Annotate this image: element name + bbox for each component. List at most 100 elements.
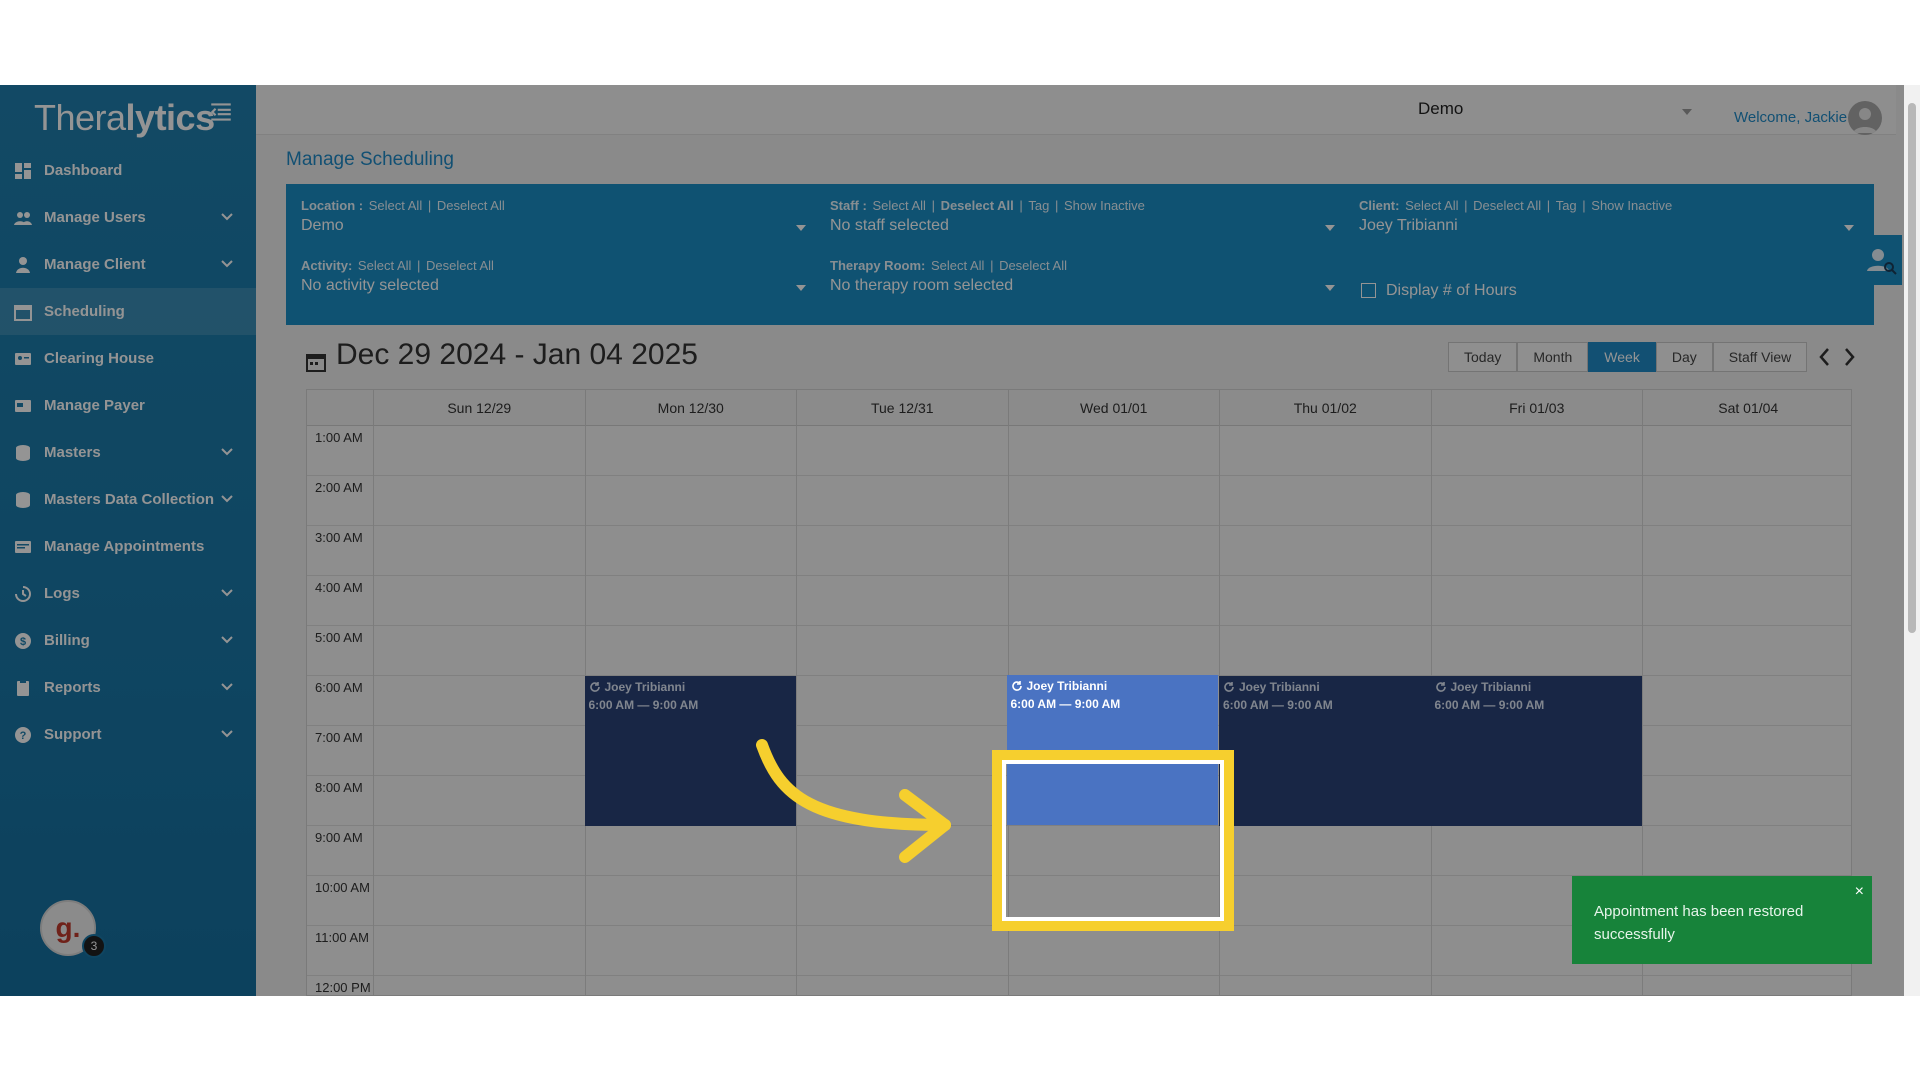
time-row[interactable]: 12:00 PM [307, 976, 1851, 995]
prev-week-icon[interactable] [1819, 348, 1829, 366]
calendar-icon [14, 304, 32, 321]
sidebar-item-support[interactable]: ? Support [0, 711, 256, 758]
display-hours-toggle[interactable]: Display # of Hours [1361, 282, 1661, 300]
sidebar-item-dashboard[interactable]: Dashboard [0, 147, 256, 194]
sidebar-item-clearing-house[interactable]: Clearing House [0, 335, 256, 382]
id-card-icon [15, 352, 31, 365]
sidebar-nav: Dashboard Manage Users Manage Client Schedu… [0, 147, 256, 758]
time-row[interactable]: 4:00 AM [307, 576, 1851, 626]
room-deselect-all[interactable]: Deselect All [999, 258, 1067, 273]
time-label: 4:00 AM [315, 580, 363, 595]
sidebar-item-manage-payer[interactable]: Manage Payer [0, 382, 256, 429]
time-label: 3:00 AM [315, 530, 363, 545]
appointments-icon [15, 540, 31, 553]
client-tag[interactable]: Tag [1556, 198, 1577, 213]
organization-select[interactable]: Demo [1418, 99, 1708, 125]
room-select-all[interactable]: Select All [931, 258, 984, 273]
view-day-button[interactable]: Day [1655, 342, 1713, 372]
staff-tag[interactable]: Tag [1028, 198, 1049, 213]
time-row[interactable]: 2:00 AM [307, 476, 1851, 526]
clipboard-icon [17, 679, 29, 696]
date-range-title: Dec 29 2024 - Jan 04 2025 [336, 338, 698, 371]
welcome-text[interactable]: Welcome, Jackie [1734, 109, 1847, 126]
column-divider [373, 426, 374, 995]
client-show-inactive[interactable]: Show Inactive [1591, 198, 1672, 213]
recurring-icon [1224, 682, 1234, 692]
sidebar-item-masters-data-collection[interactable]: Masters Data Collection [0, 476, 256, 523]
recurring-icon [1011, 681, 1022, 691]
chevron-down-icon [1325, 285, 1335, 291]
location-select-all[interactable]: Select All [369, 198, 422, 213]
sidebar-item-logs[interactable]: Logs [0, 570, 256, 617]
staff-show-inactive[interactable]: Show Inactive [1064, 198, 1145, 213]
user-search-icon [1867, 249, 1897, 275]
chevron-down-icon [1682, 109, 1692, 115]
day-header: Tue 12/31 [796, 390, 1008, 426]
chevron-down-icon [796, 285, 806, 291]
scroll-thumb[interactable] [1908, 103, 1916, 633]
event-time: 6:00 AM — 9:00 AM [1434, 698, 1545, 712]
day-header: Fri 01/03 [1430, 390, 1643, 426]
sidebar-item-scheduling[interactable]: Scheduling [0, 288, 256, 335]
time-label: 6:00 AM [315, 680, 363, 695]
therapy-room-dropdown[interactable]: No therapy room selected [830, 277, 1335, 301]
view-month-button[interactable]: Month [1517, 342, 1589, 372]
activity-deselect-all[interactable]: Deselect All [426, 258, 494, 273]
database-icon [16, 491, 30, 508]
location-filter: Location : Select All | Deselect All Dem… [301, 198, 806, 241]
client-select-all[interactable]: Select All [1405, 198, 1458, 213]
activity-filter: Activity: Select All | Deselect All No a… [301, 258, 806, 301]
client-search-tool[interactable] [1862, 235, 1902, 285]
app-logo[interactable]: Theralytics [34, 97, 215, 139]
appointment-event[interactable]: Joey Tribianni 6:00 AM — 9:00 AM [1219, 676, 1431, 826]
svg-text:?: ? [20, 730, 27, 742]
sidebar-item-manage-appointments[interactable]: Manage Appointments [0, 523, 256, 570]
display-hours-checkbox[interactable] [1361, 283, 1376, 299]
next-week-icon[interactable] [1845, 348, 1855, 366]
chevron-down-icon [221, 683, 233, 691]
page-scrollbar[interactable] [1904, 85, 1920, 996]
collapse-sidebar-icon[interactable] [208, 99, 234, 125]
sidebar-item-reports[interactable]: Reports [0, 664, 256, 711]
time-row[interactable]: 5:00 AM [307, 626, 1851, 676]
chevron-down-icon [221, 213, 233, 221]
dollar-icon: $ [15, 632, 31, 649]
location-dropdown[interactable]: Demo [301, 217, 806, 241]
time-row[interactable]: 1:00 AM [307, 426, 1851, 476]
column-divider [796, 426, 797, 995]
activity-select-all[interactable]: Select All [358, 258, 411, 273]
staff-deselect-all[interactable]: Deselect All [941, 198, 1014, 213]
close-icon[interactable]: × [1855, 880, 1864, 903]
sidebar-item-label: Scheduling [44, 303, 125, 320]
sidebar-item-masters[interactable]: Masters [0, 429, 256, 476]
sidebar-item-billing[interactable]: $ Billing [0, 617, 256, 664]
time-label: 1:00 AM [315, 430, 363, 445]
event-client-name: Joey Tribianni [1450, 680, 1532, 694]
question-icon: ? [15, 726, 31, 743]
user-avatar[interactable] [1848, 101, 1882, 135]
time-row[interactable]: 3:00 AM [307, 526, 1851, 576]
chevron-down-icon [796, 225, 806, 231]
chevron-down-icon [221, 730, 233, 738]
chevron-down-icon [221, 495, 233, 503]
staff-dropdown[interactable]: No staff selected [830, 217, 1335, 241]
chevron-down-icon [221, 589, 233, 597]
client-dropdown[interactable]: Joey Tribianni [1359, 217, 1854, 241]
view-today-button[interactable]: Today [1448, 342, 1518, 372]
sidebar-item-label: Billing [44, 632, 90, 649]
sidebar-item-manage-users[interactable]: Manage Users [0, 194, 256, 241]
day-header: Thu 01/02 [1219, 390, 1431, 426]
location-deselect-all[interactable]: Deselect All [437, 198, 505, 213]
users-icon [14, 211, 32, 225]
view-week-button[interactable]: Week [1588, 342, 1656, 372]
sidebar-item-label: Clearing House [44, 350, 155, 367]
history-icon [15, 585, 31, 602]
staff-select-all[interactable]: Select All [872, 198, 925, 213]
sidebar-item-manage-client[interactable]: Manage Client [0, 241, 256, 288]
activity-dropdown[interactable]: No activity selected [301, 277, 806, 301]
appointment-event[interactable]: Joey Tribianni 6:00 AM — 9:00 AM [1430, 676, 1642, 826]
view-staff-view-button[interactable]: Staff View [1712, 342, 1808, 372]
client-deselect-all[interactable]: Deselect All [1473, 198, 1541, 213]
event-time: 6:00 AM — 9:00 AM [1223, 698, 1333, 712]
week-nav-arrows [1819, 348, 1855, 366]
